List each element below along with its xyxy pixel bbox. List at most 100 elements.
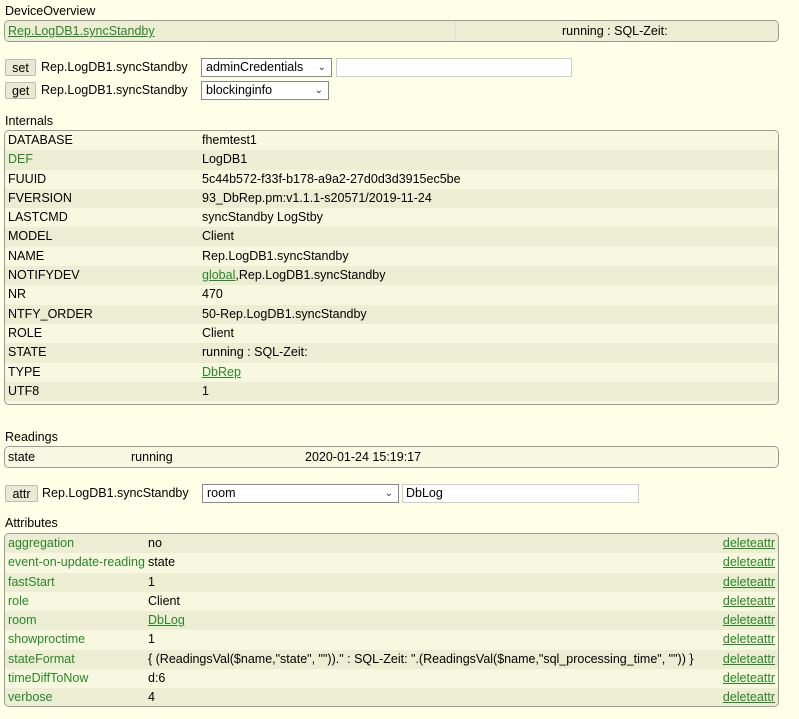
internals-heading: Internals xyxy=(5,114,53,128)
attribute-name: showproctime xyxy=(8,632,86,647)
internal-value-text: syncStandby LogStby xyxy=(202,210,323,225)
attribute-value-text: 1 xyxy=(148,574,155,589)
internal-value-text: 93_DbRep.pm:v1.1.1-s20571/2019-11-24 xyxy=(202,190,432,205)
device-overview-divider xyxy=(455,21,456,41)
internal-value: 93_DbRep.pm:v1.1.1-s20571/2019-11-24 xyxy=(202,189,432,208)
set-command-select[interactable]: adminCredentials ⌄ xyxy=(201,58,332,77)
attr-device-label: Rep.LogDB1.syncStandby xyxy=(42,486,189,500)
attribute-value-text: 4 xyxy=(148,690,155,705)
device-overview-heading: DeviceOverview xyxy=(5,4,96,18)
internal-value: global,Rep.LogDB1.syncStandby xyxy=(202,266,385,285)
internal-value: DbRep xyxy=(202,363,241,382)
internal-name: FVERSION xyxy=(8,190,72,205)
table-row: LASTCMD syncStandby LogStby xyxy=(5,208,778,228)
delete-attr-link[interactable]: deleteattr xyxy=(720,591,775,612)
readings-table: state running 2020-01-24 15:19:17 xyxy=(4,446,779,468)
internal-value: 5c44b572-f33f-b178-a9a2-27d0d3d3915ec5be xyxy=(202,170,461,189)
internal-name: MODEL xyxy=(8,229,53,244)
internal-value-link[interactable]: DbRep xyxy=(202,365,241,379)
set-button[interactable]: set xyxy=(5,59,36,76)
table-row: verbose 4 deleteattr xyxy=(5,688,778,706)
table-row: ROLE Client xyxy=(5,323,778,344)
internal-value-text: LogDB1 xyxy=(202,152,248,167)
reading-time: 2020-01-24 15:19:17 xyxy=(305,450,422,464)
internal-name: NTFY_ORDER xyxy=(8,306,93,321)
internal-name: NR xyxy=(8,287,27,302)
attribute-name: aggregation xyxy=(8,536,75,550)
table-row: MODEL Client xyxy=(5,227,778,247)
attribute-value-link[interactable]: DbLog xyxy=(148,613,185,627)
internal-name: TYPE xyxy=(8,364,41,379)
internal-value: Client xyxy=(202,227,234,246)
chevron-down-icon: ⌄ xyxy=(317,62,326,73)
readings-heading: Readings xyxy=(5,430,58,444)
internal-value: syncStandby LogStby xyxy=(202,208,323,227)
internal-name: DEF xyxy=(8,152,33,167)
internal-value-text: Client xyxy=(202,229,234,244)
delete-attr-link[interactable]: deleteattr xyxy=(720,553,775,573)
set-command-value: adminCredentials xyxy=(206,60,304,74)
set-value-input[interactable] xyxy=(336,58,572,77)
delete-attr-link[interactable]: deleteattr xyxy=(720,534,775,554)
attr-name-select[interactable]: room ⌄ xyxy=(202,484,399,503)
internal-name: LASTCMD xyxy=(8,210,68,225)
internal-name: FUUID xyxy=(8,171,47,186)
table-row: NTFY_ORDER 50-Rep.LogDB1.syncStandby xyxy=(5,304,778,324)
table-row: fastStart 1 deleteattr xyxy=(5,572,778,592)
reading-value: running xyxy=(131,450,173,464)
chevron-down-icon: ⌄ xyxy=(384,488,393,499)
delete-attr-link[interactable]: deleteattr xyxy=(720,688,775,706)
device-overview-panel: Rep.LogDB1.syncStandby running : SQL-Zei… xyxy=(4,20,779,42)
attr-name-value: room xyxy=(207,486,236,500)
get-command-select[interactable]: blockinginfo ⌄ xyxy=(201,81,329,100)
table-row: NAME Rep.LogDB1.syncStandby xyxy=(5,246,778,267)
device-overview-status: running : SQL-Zeit: xyxy=(562,24,668,38)
get-command-value: blockinginfo xyxy=(206,83,273,97)
internal-value: 1 xyxy=(202,382,209,401)
delete-attr-link[interactable]: deleteattr xyxy=(720,649,775,670)
get-button[interactable]: get xyxy=(5,82,36,99)
attribute-value: Client xyxy=(148,592,180,611)
internal-value-text: fhemtest1 xyxy=(202,133,257,147)
internal-value-text: ,Rep.LogDB1.syncStandby xyxy=(235,268,386,283)
table-row: UTF8 1 xyxy=(5,381,778,402)
attribute-value: 4 xyxy=(148,688,155,706)
set-device-label: Rep.LogDB1.syncStandby xyxy=(41,60,188,74)
attribute-name: role xyxy=(8,593,29,608)
attribute-value: no xyxy=(148,534,162,553)
attribute-name: timeDiffToNow xyxy=(8,671,89,686)
internal-name: ROLE xyxy=(8,325,43,340)
device-overview-link[interactable]: Rep.LogDB1.syncStandby xyxy=(8,21,155,41)
table-row: TYPE DbRep xyxy=(5,362,778,382)
table-row: role Client deleteattr xyxy=(5,591,778,612)
internal-value-text: Client xyxy=(202,325,234,340)
delete-attr-link[interactable]: deleteattr xyxy=(720,669,775,689)
attribute-value-text: 1 xyxy=(148,632,155,647)
internal-value-text: 470 xyxy=(202,287,223,302)
internal-name: NAME xyxy=(8,248,45,263)
attribute-value: 1 xyxy=(148,630,155,649)
attribute-value: state xyxy=(148,553,175,572)
attribute-value-text: d:6 xyxy=(148,671,166,686)
table-row: DATABASE fhemtest1 xyxy=(5,131,778,151)
delete-attr-link[interactable]: deleteattr xyxy=(720,611,775,631)
attr-button[interactable]: attr xyxy=(5,485,38,502)
internals-table: DATABASE fhemtest1 DEF LogDB1 FUUID 5c44b572-… xyxy=(4,130,779,405)
delete-attr-link[interactable]: deleteattr xyxy=(720,630,775,650)
internal-name: NOTIFYDEV xyxy=(8,268,80,283)
attribute-name: room xyxy=(8,613,37,628)
attribute-value: DbLog xyxy=(148,611,185,630)
internal-value: 470 xyxy=(202,285,223,304)
internal-name: DATABASE xyxy=(8,133,73,147)
table-row: stateFormat { (ReadingsVal($name,"state",… xyxy=(5,649,778,670)
attributes-heading: Attributes xyxy=(5,516,58,530)
attribute-value-text: { (ReadingsVal($name,"state", ""))." : S… xyxy=(148,651,694,666)
attribute-value: d:6 xyxy=(148,669,165,688)
delete-attr-link[interactable]: deleteattr xyxy=(720,572,775,592)
internal-value-text: 50-Rep.LogDB1.syncStandby xyxy=(202,306,367,321)
reading-name: state xyxy=(8,450,36,464)
internal-value-link[interactable]: global xyxy=(202,268,235,282)
attr-value-input[interactable]: DbLog xyxy=(402,484,639,503)
table-row: NOTIFYDEV global,Rep.LogDB1.syncStandby xyxy=(5,266,778,286)
internal-value: fhemtest1 xyxy=(202,131,257,150)
